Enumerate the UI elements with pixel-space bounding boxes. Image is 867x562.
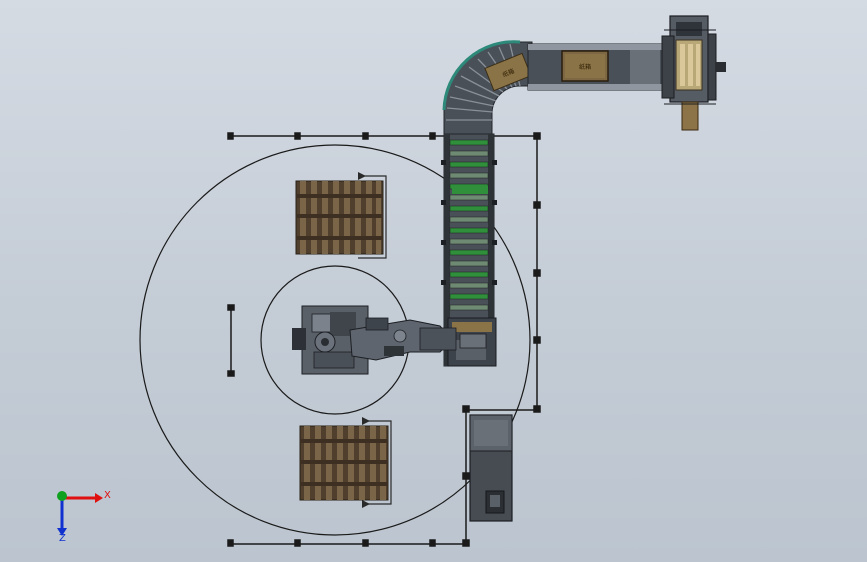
conveyor-roller (449, 216, 489, 223)
coordinate-triad: X Z (57, 490, 111, 544)
conveyor-roller (449, 150, 489, 157)
palletizing-cell-layout-view[interactable]: 纸箱 纸箱 X Z (0, 0, 867, 562)
conveyor-roller (449, 205, 489, 212)
conveyor-roller (449, 260, 489, 267)
conveyor-roller (449, 227, 489, 234)
infeed-machine (661, 15, 726, 131)
conveyor-roller (449, 139, 489, 146)
control-cabinet (469, 414, 513, 522)
conveyor-roller (449, 249, 489, 256)
conveyor-roller (449, 282, 489, 289)
conveyor-roller (449, 271, 489, 278)
top-conveyor: 纸箱 (527, 43, 664, 91)
x-axis-label: X (104, 490, 111, 501)
conveyor-roller (449, 238, 489, 245)
conveyor-roller (449, 194, 489, 201)
z-axis-label: Z (59, 533, 66, 544)
conveyor-roller (449, 161, 489, 168)
pallet-bottom (299, 417, 392, 508)
conveyor-roller (449, 304, 489, 311)
conveyor-roller (449, 293, 489, 300)
conveyor-roller (449, 172, 489, 179)
pallet-top (295, 172, 387, 259)
carton-label: 纸箱 (579, 63, 591, 71)
curved-conveyor: 纸箱 (442, 40, 533, 139)
